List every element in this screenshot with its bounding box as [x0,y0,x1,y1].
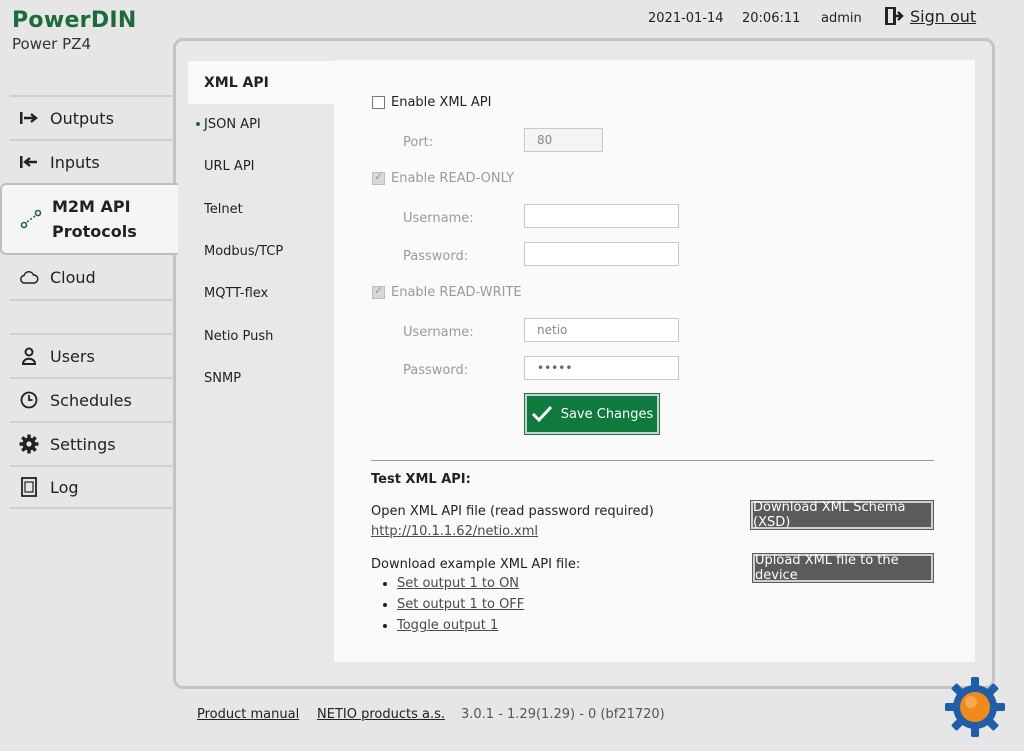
xml-file-link[interactable]: http://10.1.1.62/netio.xml [371,524,538,539]
enable-read-only-label: Enable READ-ONLY [391,171,515,186]
output-arrow-icon [18,111,40,125]
ro-username-input[interactable] [524,204,679,228]
test-section-title: Test XML API: [371,472,471,487]
nav-label-schedules: Schedules [50,390,132,410]
brand: PowerDIN Power PZ4 [12,8,137,53]
ro-password-label: Password: [403,249,469,264]
tab-json-api-label: JSON API [204,116,261,132]
list-item: Set output 1 to ON [397,576,524,591]
nav-label-m2m-line1: M2M API [52,197,131,216]
orange-gear-logo-icon [945,677,1005,737]
nav-item-outputs[interactable]: Outputs [10,95,174,139]
time-display: 20:06:11 [742,11,801,26]
download-schema-button[interactable]: Download XML Schema (XSD) [750,500,934,530]
brand-title: PowerDIN [12,8,137,33]
tab-modbus-tcp[interactable]: Modbus/TCP [188,231,334,271]
rw-password-label: Password: [403,363,469,378]
device-model: Power PZ4 [12,35,91,53]
save-changes-label: Save Changes [560,406,654,422]
enable-read-only-checkbox[interactable] [372,170,385,185]
enable-xml-api-toggle[interactable]: Enable XML API [372,95,491,110]
example-link-output-on[interactable]: Set output 1 to ON [397,576,519,591]
ro-username-label: Username: [403,211,474,226]
nav-item-inputs[interactable]: Inputs [10,139,174,183]
gear-icon [18,434,40,454]
nav-label-inputs: Inputs [50,152,100,172]
nav-item-settings[interactable]: Settings [10,421,174,465]
section-divider [371,460,934,461]
nav-separator [10,299,174,301]
date-display: 2021-01-14 [648,11,724,26]
tab-netio-push[interactable]: Netio Push [188,316,334,356]
nav-item-m2m-api[interactable]: M2M API Protocols [0,183,178,255]
enable-xml-api-checkbox[interactable] [372,96,385,109]
xml-api-settings: Enable XML API Port: 80 Enable READ-ONLY… [334,60,975,662]
nav-label-cloud: Cloud [50,267,96,287]
tab-snmp[interactable]: SNMP [188,358,334,398]
open-xml-text: Open XML API file (read password require… [371,504,654,519]
enable-read-write-toggle[interactable]: Enable READ-WRITE [372,284,522,300]
user-display: admin [821,11,862,26]
clock-icon [18,391,40,409]
port-input[interactable]: 80 [524,128,603,152]
company-link[interactable]: NETIO products a.s. [317,707,445,722]
active-protocol-dot [196,122,200,126]
tab-json-api[interactable]: JSON API [188,104,334,144]
footer-company: NETIO products a.s. [317,707,445,722]
tab-mqtt-flex[interactable]: MQTT-flex [188,273,334,313]
port-label: Port: [403,135,434,150]
enable-read-write-checkbox[interactable] [372,284,385,299]
sign-out-icon [885,7,904,25]
enable-read-write-label: Enable READ-WRITE [391,285,522,300]
nav-label-users: Users [50,346,95,366]
nav-item-log[interactable]: Log [10,465,174,509]
input-arrow-icon [18,155,40,169]
rw-username-input[interactable]: netio [524,318,679,342]
nav-item-cloud[interactable]: Cloud [10,255,174,299]
download-example-text: Download example XML API file: [371,557,581,572]
checkmark-icon [531,405,552,423]
enable-read-only-toggle[interactable]: Enable READ-ONLY [372,170,515,186]
example-link-toggle[interactable]: Toggle output 1 [397,618,498,633]
upload-xml-button[interactable]: Upload XML file to the device [752,553,934,583]
user-icon [18,347,40,365]
example-link-output-off[interactable]: Set output 1 to OFF [397,597,524,612]
list-item: Toggle output 1 [397,618,524,633]
cloud-icon [18,270,40,284]
rw-password-input[interactable]: ••••• [524,356,679,380]
sign-out-link[interactable]: Sign out [910,7,976,26]
product-manual-link[interactable]: Product manual [197,707,299,722]
footer-manual: Product manual [197,707,299,722]
tab-telnet[interactable]: Telnet [188,189,334,229]
ro-password-input[interactable] [524,242,679,266]
tab-xml-api[interactable]: XML API [188,61,334,104]
list-item: Set output 1 to OFF [397,597,524,612]
nav-label-outputs: Outputs [50,108,114,128]
nav-label-settings: Settings [50,434,116,454]
rw-username-label: Username: [403,325,474,340]
m2m-link-icon [20,208,42,230]
save-changes-button[interactable]: Save Changes [524,393,660,435]
nav-item-users[interactable]: Users [10,333,174,377]
nav-label-m2m-line2: Protocols [52,222,137,241]
nav-item-schedules[interactable]: Schedules [10,377,174,421]
sign-out-button[interactable]: Sign out [884,6,976,26]
enable-xml-api-label: Enable XML API [391,95,492,110]
log-book-icon [18,477,40,497]
firmware-version: 3.0.1 - 1.29(1.29) - 0 (bf21720) [461,707,665,722]
nav-label-log: Log [50,477,79,497]
example-links-list: Set output 1 to ON Set output 1 to OFF T… [384,576,524,639]
tab-url-api[interactable]: URL API [188,146,334,186]
